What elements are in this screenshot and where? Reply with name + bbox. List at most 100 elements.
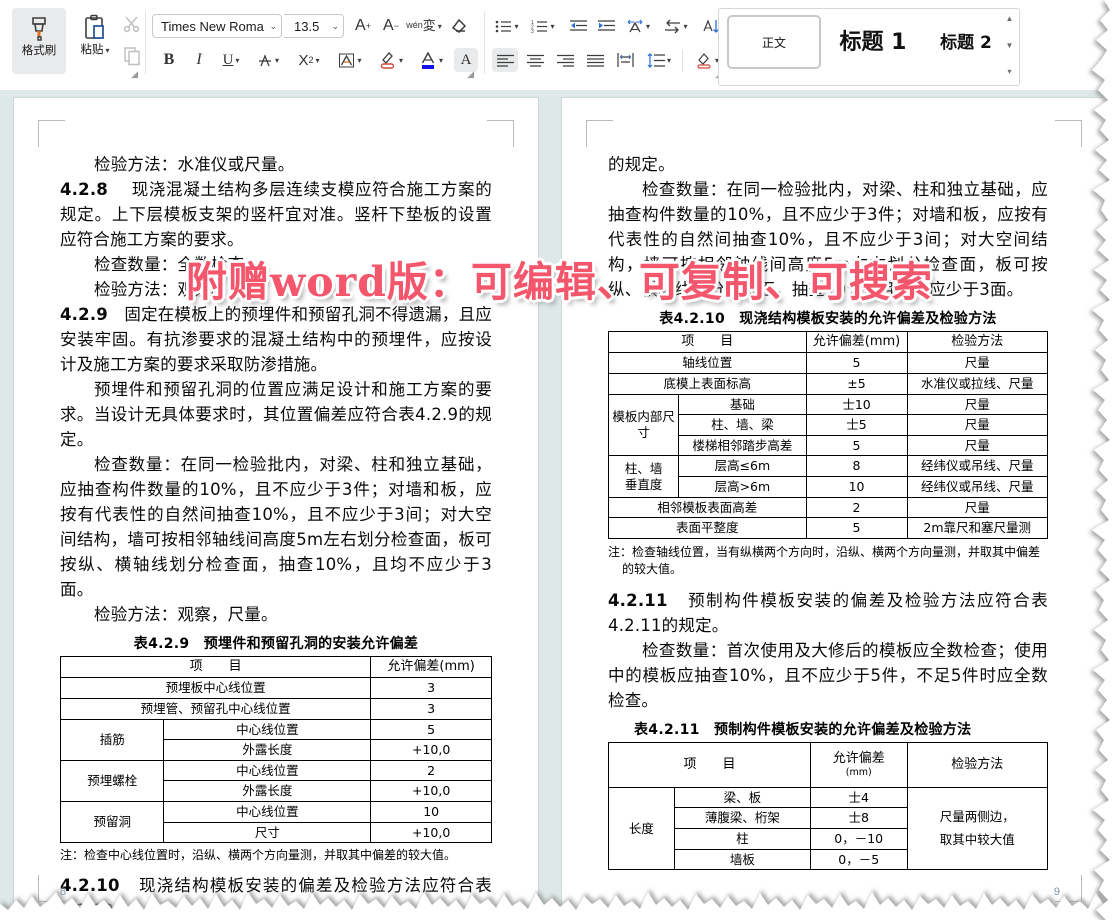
- font-family-combobox[interactable]: Times New Roma ⌄: [152, 14, 282, 38]
- font-dialog-launcher[interactable]: ◢: [467, 69, 474, 80]
- justify-button[interactable]: [582, 48, 608, 72]
- style-item-heading1[interactable]: 标题 1: [825, 15, 921, 65]
- table-4-2-10: 项 目 允许偏差(mm) 检验方法 轴线位置 5 尺量 底模上表面标高 ±5 水…: [608, 331, 1048, 539]
- font-size-combobox[interactable]: 13.5 ⌄: [284, 14, 344, 38]
- character-border-button[interactable]: ▾: [332, 48, 368, 72]
- paragraph: 检查数量：全数检查。: [60, 252, 492, 277]
- table-4-2-9: 项 目 允许偏差(mm) 预埋板中心线位置 3 预埋管、预留孔中心线位置 3 插…: [60, 656, 492, 843]
- paste-icon: [70, 14, 120, 44]
- align-left-button[interactable]: [492, 48, 518, 72]
- table-header-cell: 检验方法: [907, 332, 1048, 353]
- highlight-color-button[interactable]: ▾: [372, 48, 410, 72]
- table-cell-item: 楼梯相邻踏步高差: [679, 435, 806, 456]
- table-cell-method: 2m靠尺和塞尺量测: [907, 518, 1048, 539]
- distribute-button[interactable]: [612, 48, 638, 72]
- more-styles-icon[interactable]: ▾: [1007, 67, 1011, 76]
- table-cell-item: 基础: [679, 394, 806, 415]
- line-spacing-icon: [647, 53, 665, 68]
- italic-button[interactable]: I: [186, 48, 212, 72]
- table-header-cell: 允许偏差(mm): [371, 657, 492, 678]
- grow-font-button[interactable]: A+: [350, 14, 376, 38]
- strikethrough-icon: [257, 52, 273, 69]
- table-cell-item: 底模上表面标高: [609, 373, 807, 394]
- numbered-list-button[interactable]: 1 2 3 ▾: [528, 14, 558, 38]
- text-direction-icon: [664, 19, 681, 34]
- table-header-row: 项 目 允许偏差(mm): [61, 657, 492, 678]
- paragraph: 4.2.8 现浇混凝土结构多层连续支模应符合施工方案的规定。上下层模板支架的竖杆…: [60, 177, 492, 252]
- table-cell-value: 士5: [806, 415, 907, 436]
- scissors-icon: [122, 14, 142, 34]
- paragraph: 4.2.11 预制构件模板安装的偏差及检验方法应符合表4.2.11的规定。: [608, 588, 1048, 638]
- table-cell-method: 尺量: [907, 394, 1048, 415]
- scroll-up-icon[interactable]: ▲: [1006, 14, 1014, 23]
- strikethrough-button[interactable]: ▾: [250, 48, 286, 72]
- table-caption: 表4.2.11 预制构件模板安装的允许偏差及检验方法: [608, 719, 1048, 739]
- clause-number: 4.2.10: [60, 876, 120, 895]
- font-family-value: Times New Roma: [161, 19, 269, 34]
- table-cell-group: 预留洞: [61, 802, 164, 843]
- style-item-normal[interactable]: 正文: [727, 15, 821, 69]
- shrink-font-button[interactable]: A−: [378, 14, 404, 38]
- character-shading-button[interactable]: A: [454, 48, 478, 72]
- word-document-window: 格式刷 粘贴▾: [0, 0, 1120, 920]
- table-cell-item: 轴线位置: [609, 353, 807, 374]
- table-cell-group: 模板内部尺寸: [609, 394, 679, 456]
- table-row: 模板内部尺寸 基础 士10 尺量: [609, 394, 1048, 415]
- asian-layout-button[interactable]: ▾: [622, 14, 654, 38]
- table-header-cell: 允许偏差(mm): [806, 332, 907, 353]
- clear-formatting-icon: [450, 17, 468, 35]
- styles-scroll-controls[interactable]: ▲ ▼ ▾: [1003, 14, 1016, 76]
- bold-button[interactable]: B: [156, 48, 182, 72]
- table-header-cell: 允许偏差 (mm): [810, 742, 907, 787]
- superscript-button[interactable]: X2 ▾: [290, 48, 328, 72]
- document-page-right[interactable]: 的规定。 检查数量：在同一检验批内，对梁、柱和独立基础，应抽查构件数量的10%，…: [562, 98, 1106, 920]
- table-row: 插筋 中心线位置 5: [61, 719, 492, 740]
- bullet-list-icon: [495, 19, 512, 34]
- decrease-indent-button[interactable]: [566, 14, 590, 38]
- table-cell-method: 尺量: [907, 353, 1048, 374]
- table-cell-item: 中心线位置: [164, 802, 371, 823]
- phonetic-guide-button[interactable]: wén変 ▾: [408, 14, 440, 38]
- ribbon-group-paragraph: ▾ 1 2 3 ▾: [490, 6, 710, 82]
- increase-indent-button[interactable]: [594, 14, 618, 38]
- document-page-left[interactable]: 检验方法：水准仪或尺量。 4.2.8 现浇混凝土结构多层连续支模应符合施工方案的…: [14, 98, 538, 920]
- table-cell-item: 表面平整度: [609, 518, 807, 539]
- format-painter-button[interactable]: 格式刷: [12, 8, 66, 74]
- format-painter-icon: [12, 14, 66, 44]
- font-color-button[interactable]: ▾: [412, 48, 450, 72]
- bullet-list-button[interactable]: ▾: [492, 14, 522, 38]
- document-canvas[interactable]: 检验方法：水准仪或尺量。 4.2.8 现浇混凝土结构多层连续支模应符合施工方案的…: [0, 90, 1120, 920]
- style-label-heading1: 标题 1: [840, 24, 907, 56]
- table-cell-value: 5: [806, 353, 907, 374]
- table-cell-item: 预埋板中心线位置: [61, 678, 371, 699]
- table-caption: 表4.2.9 预埋件和预留孔洞的安装允许偏差: [60, 633, 492, 653]
- clipboard-dialog-launcher[interactable]: ◢: [131, 69, 138, 80]
- distribute-icon: [617, 53, 634, 67]
- text-direction-button[interactable]: ▾: [660, 14, 692, 38]
- table-cell-item: 预埋管、预留孔中心线位置: [61, 698, 371, 719]
- table-cell-group: 柱、墙垂直度: [609, 456, 679, 497]
- align-right-button[interactable]: [552, 48, 578, 72]
- paragraph: 检查数量：在同一检验批内，对梁、柱和独立基础，应抽查构件数量的10%，且不应少于…: [608, 177, 1048, 302]
- table-note: 注：检查中心线位置时，沿纵、横两个方向量测，并取其中偏差的较大值。: [60, 847, 492, 864]
- paste-button[interactable]: 粘贴▾: [70, 8, 120, 74]
- phonetic-guide-icon: wén変: [406, 20, 436, 31]
- table-cell-value: +10,0: [371, 781, 492, 802]
- table-header-cell: 项 目: [609, 332, 807, 353]
- table-cell-value: 8: [806, 456, 907, 477]
- ribbon-group-styles: 正文 标题 1 标题 2 ▲ ▼ ▾: [718, 8, 1020, 86]
- line-spacing-button[interactable]: ▾: [642, 48, 676, 72]
- underline-button[interactable]: U ▾: [214, 48, 248, 72]
- table-row: 预埋板中心线位置 3: [61, 678, 492, 699]
- align-center-button[interactable]: [522, 48, 548, 72]
- scroll-down-icon[interactable]: ▼: [1006, 41, 1014, 50]
- table-cell-item: 尺寸: [164, 822, 371, 843]
- style-item-heading2[interactable]: 标题 2: [923, 15, 1009, 65]
- table-cell-item: 外露长度: [164, 740, 371, 761]
- chevron-down-icon: ⌄: [331, 21, 339, 32]
- table-row: 表面平整度 5 2m靠尺和塞尺量测: [609, 518, 1048, 539]
- table-cell-item: 薄腹梁、桁架: [674, 808, 810, 829]
- underline-label: U: [223, 53, 234, 68]
- table-cell-group: 长度: [609, 787, 675, 870]
- clear-formatting-button[interactable]: [446, 14, 472, 38]
